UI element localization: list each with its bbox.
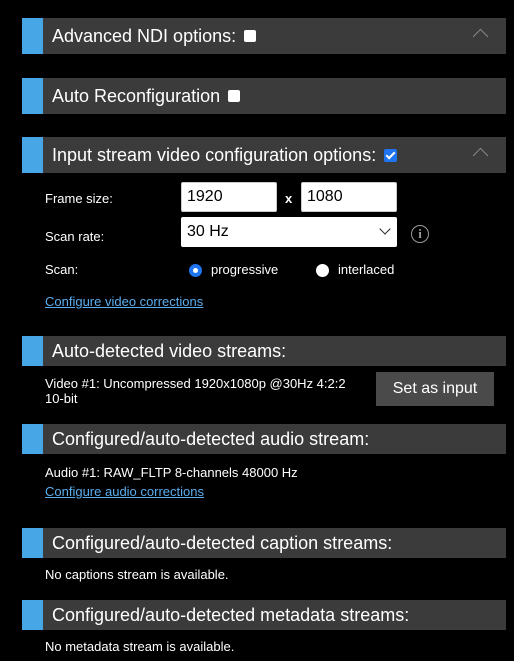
interlaced-label[interactable]: interlaced	[338, 262, 394, 277]
configure-audio-corrections-link[interactable]: Configure audio corrections	[45, 484, 204, 499]
auto-reconfig-header[interactable]: Auto Reconfiguration	[22, 78, 506, 114]
input-config-title: Input stream video configuration options…	[52, 144, 377, 165]
section-accent	[22, 137, 43, 173]
frame-size-label: Frame size:	[45, 191, 113, 206]
section-accent	[22, 18, 43, 54]
progressive-radio[interactable]	[189, 264, 202, 277]
chevron-up-icon[interactable]	[472, 28, 489, 45]
section-accent	[22, 528, 43, 558]
scan-rate-select[interactable]: 30 Hz	[181, 217, 397, 247]
configure-video-corrections-link[interactable]: Configure video corrections	[45, 294, 203, 309]
scan-rate-value: 30 Hz	[187, 223, 229, 240]
chevron-up-icon[interactable]	[472, 147, 489, 164]
set-as-input-button[interactable]: Set as input	[376, 372, 494, 406]
auto-video-title: Auto-detected video streams:	[52, 340, 287, 361]
section-accent	[22, 336, 43, 366]
scan-rate-label: Scan rate:	[45, 229, 105, 244]
advanced-ndi-header[interactable]: Advanced NDI options:	[22, 18, 506, 54]
auto-video-header: Auto-detected video streams:	[22, 336, 506, 366]
interlaced-radio[interactable]	[316, 264, 329, 277]
advanced-ndi-title: Advanced NDI options:	[52, 25, 237, 46]
info-icon[interactable]: i	[411, 225, 429, 243]
section-accent	[22, 600, 43, 630]
frame-width-input[interactable]	[181, 182, 277, 212]
auto-reconfig-title: Auto Reconfiguration	[52, 85, 221, 106]
advanced-ndi-checkbox[interactable]	[244, 30, 257, 42]
section-accent	[22, 78, 43, 114]
video-stream-line-1: Video #1: Uncompressed 1920x1080p @30Hz …	[45, 376, 346, 391]
metadata-header: Configured/auto-detected metadata stream…	[22, 600, 506, 630]
metadata-title: Configured/auto-detected metadata stream…	[52, 604, 410, 625]
frame-size-separator: x	[285, 191, 293, 206]
audio-stream-line: Audio #1: RAW_FLTP 8-channels 48000 Hz	[45, 465, 298, 480]
chevron-down-icon	[379, 223, 391, 235]
captions-title: Configured/auto-detected caption streams…	[52, 532, 393, 553]
captions-header: Configured/auto-detected caption streams…	[22, 528, 506, 558]
section-accent	[22, 424, 43, 454]
input-config-header[interactable]: Input stream video configuration options…	[22, 137, 506, 173]
input-config-checkbox[interactable]	[384, 148, 398, 162]
video-stream-line-2: 10-bit	[45, 391, 78, 406]
scan-label: Scan:	[45, 262, 79, 277]
captions-message: No captions stream is available.	[45, 567, 229, 582]
audio-title: Configured/auto-detected audio stream:	[52, 428, 370, 449]
audio-header: Configured/auto-detected audio stream:	[22, 424, 506, 454]
progressive-label[interactable]: progressive	[211, 262, 278, 277]
metadata-message: No metadata stream is available.	[45, 639, 235, 654]
auto-reconfig-checkbox[interactable]	[228, 90, 241, 102]
frame-height-input[interactable]	[301, 182, 397, 212]
